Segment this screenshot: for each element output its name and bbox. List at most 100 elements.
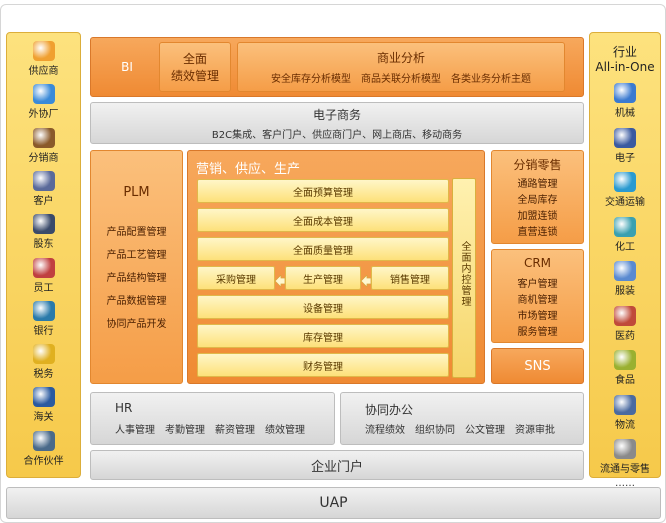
- apparel-icon: [614, 261, 636, 281]
- industry-item: 交通运输: [590, 172, 660, 208]
- scm-module-row: 设备管理: [197, 295, 449, 319]
- stakeholder-item: 海关: [7, 387, 80, 423]
- industry-label: 物流: [615, 419, 635, 431]
- stakeholder-label: 海关: [33, 412, 54, 424]
- performance-line2: 绩效管理: [170, 69, 219, 83]
- stakeholder-item: 供应商: [7, 41, 80, 77]
- enterprise-portal: 企业门户: [90, 450, 584, 480]
- crm-item: 市场管理: [517, 311, 558, 322]
- industry-item: 服装: [590, 261, 660, 297]
- plm-item: 协同产品开发: [106, 319, 167, 330]
- retail-list: 通路管理 全局库存 加盟连锁 直营连锁: [492, 177, 583, 241]
- plm-item: 产品配置管理: [106, 227, 167, 238]
- flow-production: 生产管理: [285, 266, 361, 290]
- hr-title: HR: [115, 401, 133, 415]
- machinery-icon: [614, 83, 636, 103]
- crm-item: 商机管理: [517, 295, 558, 306]
- business-analysis-title: 商业分析: [376, 51, 425, 65]
- scm-module-row: 全面成本管理: [197, 208, 449, 232]
- outsourcing-icon: [32, 84, 55, 105]
- industry-subtitle: All-in-One: [595, 60, 655, 74]
- stakeholder-label: 外协厂: [28, 109, 59, 121]
- stakeholder-label: 税务: [33, 369, 54, 381]
- stakeholder-label: 分销商: [28, 152, 59, 164]
- crm-title: CRM: [523, 256, 552, 270]
- transport-icon: [614, 172, 636, 192]
- electronics-icon: [614, 127, 636, 148]
- plm-title: PLM: [123, 185, 150, 200]
- stakeholder-item: 分销商: [7, 127, 80, 164]
- industry-item: 医药: [590, 305, 660, 342]
- industry-item: 食品: [590, 350, 660, 386]
- industry-label: 交通运输: [605, 197, 645, 208]
- medicine-icon: [614, 305, 636, 326]
- industry-label: 食品: [615, 375, 635, 386]
- retail-title: 分销零售: [513, 158, 562, 172]
- stakeholder-item: 客户: [7, 170, 80, 207]
- stakeholder-item: 银行: [7, 300, 80, 337]
- ecommerce-items: B2C集成、客户门户、供应商门户、网上商店、移动商务: [211, 129, 463, 141]
- plm-list: 产品配置管理 产品工艺管理 产品结构管理 产品数据管理 协同产品开发: [91, 221, 182, 336]
- ecommerce-section: 电子商务 B2C集成、客户门户、供应商门户、网上商店、移动商务: [90, 102, 584, 144]
- industry-label: 化工: [615, 241, 635, 253]
- chemical-icon: [614, 216, 636, 237]
- bi-label: BI: [121, 60, 133, 74]
- performance-box: 全面 绩效管理: [159, 42, 231, 92]
- industry-label: 流通与零售: [600, 464, 650, 475]
- stakeholder-item: 外协厂: [7, 84, 80, 120]
- stakeholder-item: 员工: [7, 257, 80, 294]
- stakeholder-label: 供应商: [28, 66, 59, 77]
- partner-icon: [32, 430, 55, 451]
- business-analysis-box: 商业分析 安全库存分析模型 商品关联分析模型 各类业务分析主题: [237, 42, 565, 92]
- industry-label: 机械: [615, 108, 635, 119]
- stakeholder-label: 员工: [33, 282, 54, 294]
- industry-label: 电子: [615, 152, 635, 164]
- industry-label: 医药: [615, 330, 635, 342]
- plm-item: 产品结构管理: [106, 273, 167, 284]
- plm-item: 产品工艺管理: [106, 250, 167, 261]
- industry-title: 行业: [612, 45, 637, 59]
- distributor-icon: [32, 127, 55, 148]
- crm-item: 客户管理: [517, 279, 558, 290]
- industry-label: 服装: [615, 286, 635, 297]
- stakeholder-column: 供应商外协厂分销商客户股东员工银行税务海关合作伙伴: [6, 32, 81, 478]
- uap-platform: UAP: [6, 487, 661, 519]
- tax-icon: [32, 344, 55, 365]
- retail-icon: [614, 439, 636, 459]
- industry-item: 电子: [590, 127, 660, 164]
- retail-item: 全局库存: [517, 195, 558, 206]
- sns-section: SNS: [491, 348, 584, 384]
- business-analysis-items: 安全库存分析模型 商品关联分析模型 各类业务分析主题: [271, 74, 531, 85]
- retail-item: 直营连锁: [517, 227, 558, 238]
- hr-items: 人事管理 考勤管理 薪资管理 绩效管理: [115, 425, 305, 436]
- industry-item: 物流: [590, 394, 660, 431]
- scm-module-row: 财务管理: [197, 353, 449, 377]
- crm-section: CRM 客户管理商机管理市场管理服务管理: [491, 249, 584, 343]
- food-icon: [614, 350, 636, 370]
- stakeholder-item: 税务: [7, 344, 80, 380]
- performance-line1: 全面: [182, 52, 207, 66]
- scm-module-row: 全面质量管理: [197, 237, 449, 261]
- stakeholder-item: 合作伙伴: [7, 430, 80, 467]
- oa-section: 协同办公 流程绩效 组织协同 公文管理 资源审批: [340, 392, 584, 445]
- logistics-icon: [614, 394, 636, 415]
- hr-section: HR 人事管理 考勤管理 薪资管理 绩效管理: [90, 392, 335, 445]
- bi-section: BI 全面 绩效管理 商业分析 安全库存分析模型 商品关联分析模型 各类业务分析…: [90, 37, 584, 97]
- stakeholder-label: 股东: [33, 239, 54, 251]
- industry-item: 流通与零售: [590, 439, 660, 475]
- industry-item: 化工: [590, 216, 660, 253]
- plm-section: PLM 产品配置管理 产品工艺管理 产品结构管理 产品数据管理 协同产品开发: [90, 150, 183, 384]
- ecommerce-title: 电子商务: [312, 107, 361, 122]
- customer-icon: [32, 170, 55, 191]
- bank-icon: [32, 300, 55, 321]
- stakeholder-label: 银行: [33, 325, 54, 337]
- internal-control-column: 全面内控管理: [452, 178, 476, 378]
- internal-control-label: 全面内控管理: [459, 241, 470, 307]
- scm-section: 营销、供应、生产 全面内控管理 全面预算管理 全面成本管理 全面质量管理 设备管理 库存…: [187, 150, 485, 384]
- scm-module-row: 库存管理: [197, 324, 449, 348]
- crm-item: 服务管理: [517, 327, 558, 338]
- customs-icon: [32, 387, 55, 408]
- stakeholder-label: 客户: [33, 195, 54, 207]
- plm-item: 产品数据管理: [106, 296, 167, 307]
- crm-list: 客户管理商机管理市场管理服务管理: [492, 277, 583, 341]
